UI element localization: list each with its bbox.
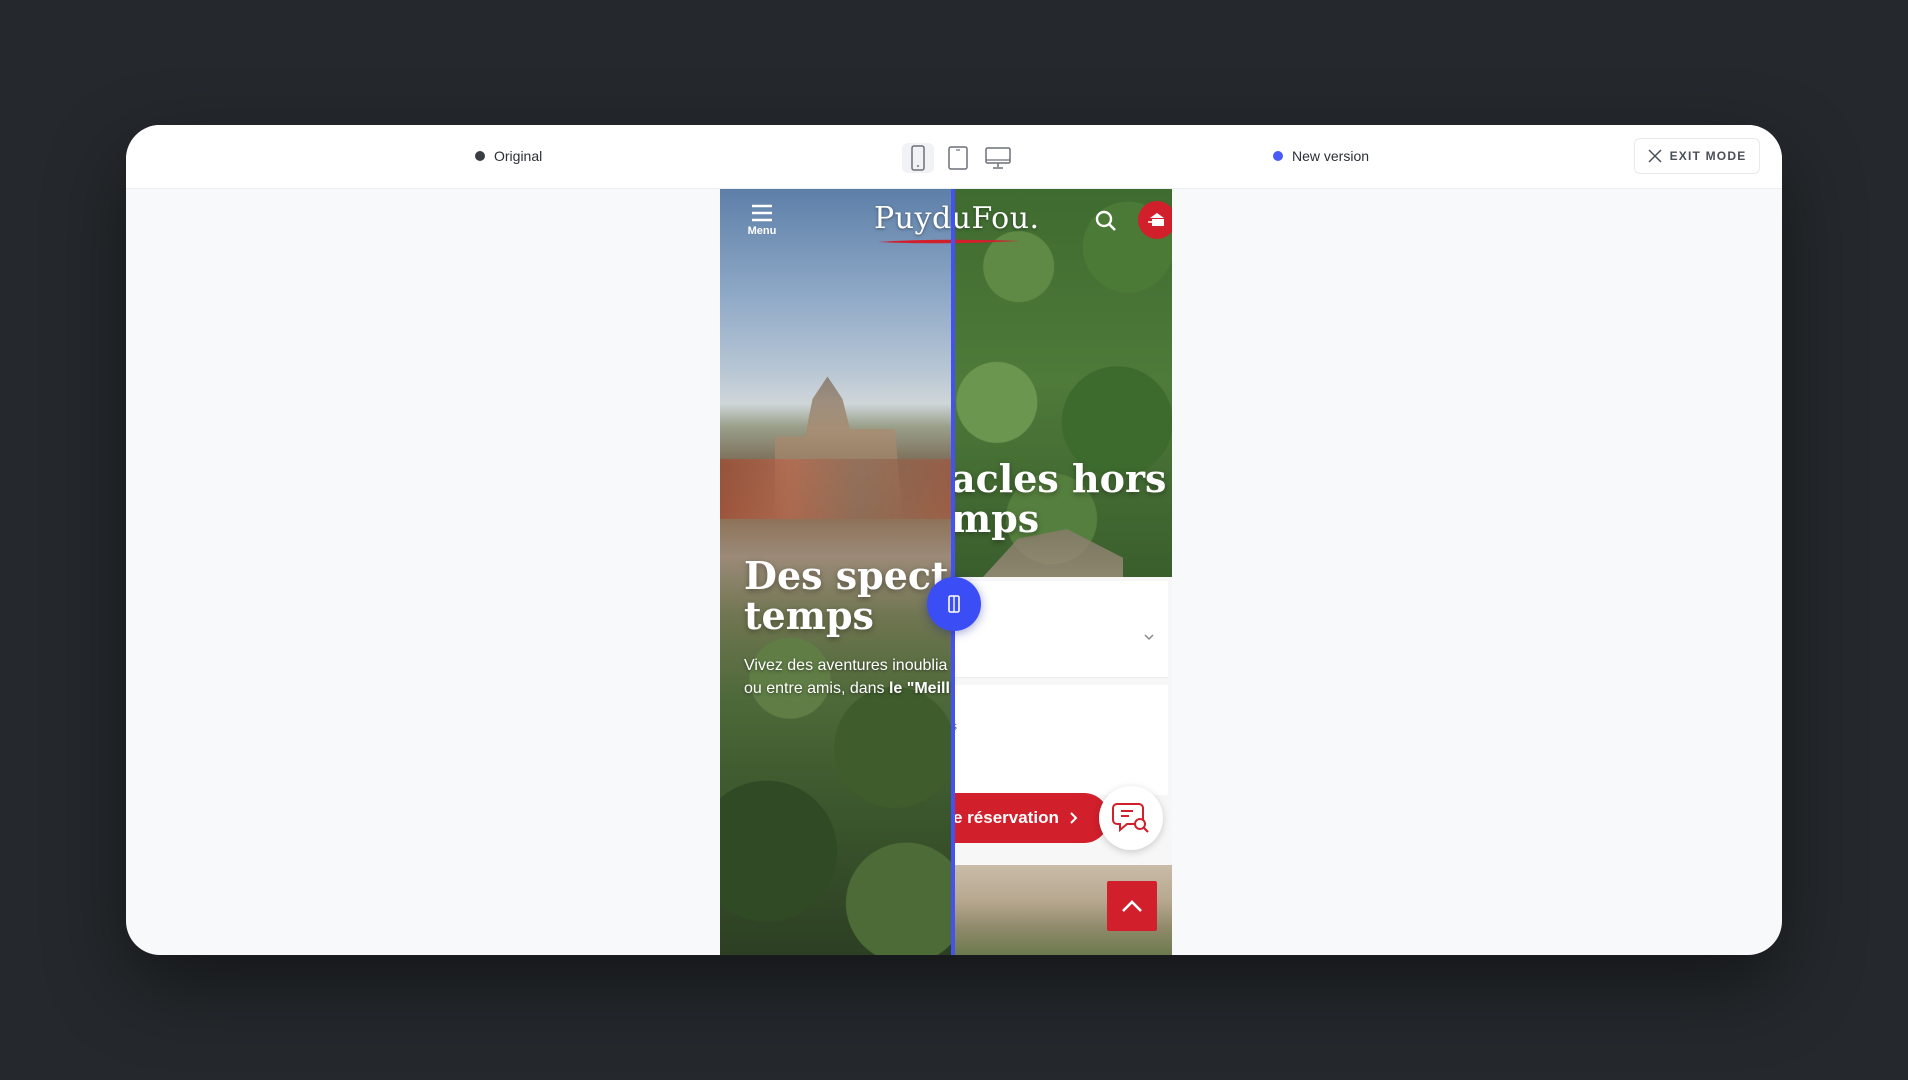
reservation-button-label: e réservation xyxy=(953,808,1059,827)
original-subtitle-line1: Vivez des aventures inoublia xyxy=(744,657,948,674)
hamburger-icon xyxy=(752,204,772,222)
chevron-down-icon xyxy=(1144,634,1154,641)
tablet-view-button[interactable] xyxy=(942,143,974,173)
chevron-up-icon xyxy=(1122,900,1142,912)
reservation-button[interactable]: e réservation xyxy=(953,793,1109,843)
device-switcher xyxy=(902,143,1014,173)
new-hero-title-line1: acles hors du xyxy=(953,456,1172,501)
menu-label: Menu xyxy=(747,225,777,237)
site-menu-button[interactable]: Menu xyxy=(744,203,780,237)
exit-mode-button[interactable]: EXIT MODE xyxy=(1634,138,1760,174)
search-icon xyxy=(1095,210,1116,231)
new-hero-title: acles hors du mps xyxy=(953,459,1172,539)
original-hero-subtitle: Vivez des aventures inoublia ou entre am… xyxy=(744,654,953,700)
tablet-icon xyxy=(948,146,968,170)
original-subtitle-prefix: ou entre amis, dans xyxy=(744,680,889,697)
booking-details-card: s xyxy=(953,685,1168,795)
chat-search-button[interactable] xyxy=(1099,786,1163,850)
ticket-button[interactable] xyxy=(1138,201,1172,239)
compare-toolbar: Original New version EXIT MODE xyxy=(126,125,1782,189)
original-dot xyxy=(475,151,485,161)
mobile-viewport: Des spectac temps Vivez des aventures in… xyxy=(720,189,1172,955)
drag-handle-icon xyxy=(948,595,960,613)
close-icon xyxy=(1648,149,1662,163)
original-pane: Des spectac temps Vivez des aventures in… xyxy=(720,189,953,955)
chevron-right-icon xyxy=(1070,812,1078,824)
exit-mode-label: EXIT MODE xyxy=(1669,149,1747,163)
site-search-button[interactable] xyxy=(1094,209,1118,238)
scroll-to-top-button[interactable] xyxy=(1107,881,1157,931)
logo-swoosh xyxy=(878,239,1020,244)
village-roofs-image xyxy=(720,459,953,519)
new-version-label: New version xyxy=(1273,148,1369,164)
new-version-dot xyxy=(1273,151,1283,161)
original-label: Original xyxy=(475,148,542,164)
original-hero-text: Des spectac temps Vivez des aventures in… xyxy=(744,556,953,700)
mobile-view-button[interactable] xyxy=(902,143,934,173)
original-label-text: Original xyxy=(494,148,543,164)
original-subtitle-line2: ou entre amis, dans le "Meill xyxy=(744,677,953,700)
booking-select-card[interactable] xyxy=(953,581,1168,678)
mobile-icon xyxy=(911,145,925,171)
ticket-icon xyxy=(1148,213,1164,226)
original-hero-title: Des spectac temps xyxy=(744,553,953,638)
compare-divider[interactable] xyxy=(951,189,955,955)
desktop-icon xyxy=(985,147,1011,169)
original-subtitle-bold: le "Meill xyxy=(888,680,950,697)
desktop-view-button[interactable] xyxy=(982,143,1014,173)
new-version-label-text: New version xyxy=(1292,148,1370,164)
compare-window: Original New version EXIT MODE Des spect… xyxy=(126,125,1782,955)
new-version-pane: acles hors du mps s e réservation xyxy=(953,189,1172,955)
new-hero-title-line2: mps xyxy=(953,496,1040,541)
chat-search-icon xyxy=(1112,803,1149,833)
compare-slider-handle[interactable] xyxy=(927,577,981,631)
